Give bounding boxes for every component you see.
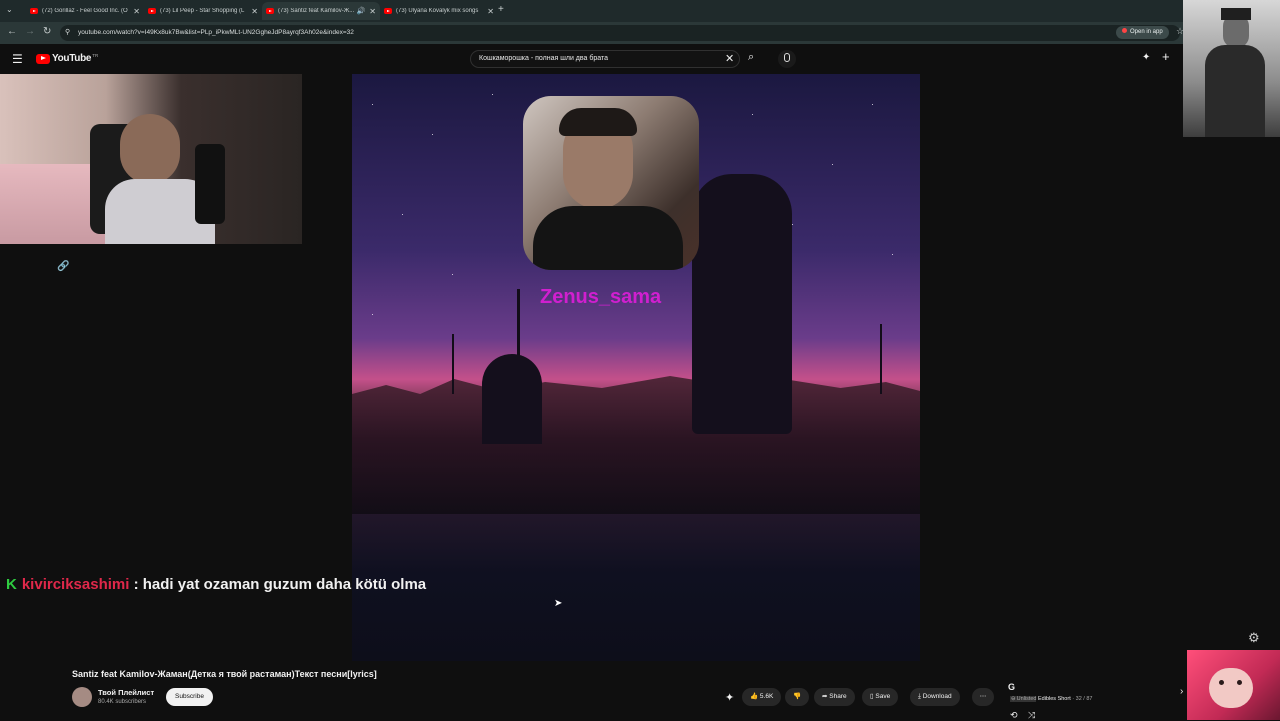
browser-tab[interactable]: (73) Lil Peep - Star Shopping (L ✕ <box>144 2 262 20</box>
microphone-icon <box>784 53 790 62</box>
more-icon: ⋯ <box>979 693 987 700</box>
browser-tab[interactable]: (73) Ulyana Kovalyk mix songs ✕ <box>380 2 498 20</box>
tab-title: (73) Ulyana Kovalyk mix songs <box>396 8 479 14</box>
app-icon <box>1122 28 1127 33</box>
clear-search-icon[interactable]: ✕ <box>725 52 734 65</box>
loop-icon[interactable]: ⟲ <box>1010 710 1018 721</box>
tv-antenna <box>452 334 454 394</box>
inset-portrait <box>523 96 699 270</box>
webcam-overlay <box>0 74 302 244</box>
video-title: Santiz feat Kamilov-Жаман(Детка я твой р… <box>72 669 377 679</box>
create-plus-button[interactable]: + <box>1162 49 1170 64</box>
like-count: 5.6K <box>759 693 774 700</box>
new-tab-icon[interactable]: + <box>498 4 504 15</box>
playlist-title: G <box>1008 682 1016 692</box>
youtube-favicon-icon <box>30 8 38 14</box>
thumbs-up-icon: 👍 <box>750 693 759 700</box>
share-button[interactable]: ➦ Share <box>814 688 855 706</box>
menu-icon[interactable]: ☰ <box>12 52 23 66</box>
close-tab-icon[interactable]: ✕ <box>251 7 258 16</box>
search-icon[interactable]: ⌕ <box>748 51 754 64</box>
search-input[interactable]: Кошкаморошка - полная шли два брата <box>470 50 740 68</box>
share-icon: ➦ <box>822 693 828 700</box>
create-icon[interactable]: ✦ <box>1142 52 1150 63</box>
tv-antenna <box>880 324 882 394</box>
chat-separator: : <box>133 576 139 593</box>
youtube-favicon-icon <box>266 8 274 14</box>
cat-overlay <box>1187 650 1280 720</box>
thumbs-down-icon: 👎 <box>793 693 802 700</box>
youtube-play-icon <box>36 53 50 64</box>
meta-separator: · <box>1072 696 1075 702</box>
video-player[interactable]: Zenus_sama <box>352 74 920 661</box>
share-label: Share <box>829 693 847 700</box>
playlist-position: 32 / 87 <box>1075 696 1093 702</box>
youtube-favicon-icon <box>384 8 392 14</box>
playlist-owner: Edibles Short <box>1038 696 1071 702</box>
playlist-status: Unlisted <box>1016 696 1037 702</box>
save-button[interactable]: ▯ Save <box>862 688 899 706</box>
browser-tab-strip: ⌄ (72) Gorillaz - Feel Good Inc. (O ✕ (7… <box>0 0 1280 22</box>
search-value: Кошкаморошка - полная шли два брата <box>479 55 609 62</box>
browser-tab[interactable]: (72) Gorillaz - Feel Good Inc. (O ✕ <box>26 2 144 20</box>
sparkle-icon[interactable]: ✦ <box>725 691 734 704</box>
subscribe-button[interactable]: Subscribe <box>166 688 213 706</box>
chat-message: Kkivirciksashimi : hadi yat ozaman guzum… <box>6 576 426 593</box>
mouse-cursor-icon: ➤ <box>554 598 563 609</box>
link-icon: 🔗 <box>57 261 70 272</box>
more-actions-button[interactable]: ⋯ <box>972 688 994 706</box>
close-tab-icon[interactable]: ✕ <box>369 7 376 16</box>
reload-icon[interactable]: ↻ <box>43 26 51 37</box>
channel-avatar[interactable] <box>72 687 92 707</box>
download-button[interactable]: ⤓ Download <box>910 688 960 706</box>
chat-badge-icon: K <box>6 576 17 593</box>
forward-icon[interactable]: → <box>25 26 35 37</box>
close-tab-icon[interactable]: ✕ <box>133 7 140 16</box>
youtube-favicon-icon <box>148 8 156 14</box>
playlist-panel[interactable]: G ⊖Unlisted Edibles Short · 32 / 87 ⟲ ⤨ … <box>1002 676 1188 720</box>
settings-gear-icon[interactable]: ⚙ <box>1248 630 1260 646</box>
tab-title: (73) Santiz feat Kamilov-Ж... <box>278 8 355 14</box>
tab-title: (73) Lil Peep - Star Shopping (L <box>160 8 245 14</box>
region-code: TR <box>92 53 99 58</box>
open-in-app-label: Open in app <box>1130 29 1163 35</box>
chat-username: kivirciksashimi <box>21 576 130 593</box>
like-button[interactable]: 👍 5.6K <box>742 688 782 706</box>
bookmark-icon: ▯ <box>870 693 874 700</box>
subscriber-count: 80.4K subscribers <box>98 699 147 705</box>
shuffle-icon[interactable]: ⤨ <box>1028 710 1035 721</box>
youtube-wordmark: YouTube <box>52 53 92 64</box>
top-right-photo <box>1183 0 1280 137</box>
expand-playlist-icon[interactable]: › <box>1180 686 1183 697</box>
dislike-button[interactable]: 👎 <box>785 688 810 706</box>
audio-playing-icon[interactable]: 🔊 <box>357 7 366 15</box>
address-bar-row: ← → ↻ ⚲ youtube.com/watch?v=I49Kx8uk7Bw&… <box>0 22 1280 44</box>
youtube-logo[interactable]: YouTube TR <box>36 53 98 64</box>
open-in-app-button[interactable]: Open in app <box>1116 26 1169 39</box>
tab-title: (72) Gorillaz - Feel Good Inc. (O <box>42 8 128 14</box>
playlist-meta: ⊖Unlisted Edibles Short · 32 / 87 <box>1010 696 1092 702</box>
video-watermark: Zenus_sama <box>540 286 662 308</box>
site-info-icon[interactable]: ⚲ <box>65 25 70 41</box>
unlisted-icon: ⊖ <box>1010 696 1017 702</box>
tab-list-menu-icon[interactable]: ⌄ <box>6 5 13 14</box>
channel-name[interactable]: Твой Плейлист <box>98 688 154 697</box>
silhouette-person <box>692 174 792 434</box>
chat-text: hadi yat ozaman guzum daha kötü olma <box>142 576 427 593</box>
back-icon[interactable]: ← <box>7 26 17 37</box>
url-field[interactable]: ⚲ youtube.com/watch?v=I49Kx8uk7Bw&list=P… <box>60 25 1180 41</box>
save-label: Save <box>875 693 891 700</box>
silhouette-person <box>482 354 542 444</box>
download-label: Download <box>922 693 952 700</box>
city-skyline <box>352 376 920 514</box>
download-icon: ⤓ <box>918 693 921 700</box>
close-tab-icon[interactable]: ✕ <box>487 7 494 16</box>
url-text: youtube.com/watch?v=I49Kx8uk7Bw&list=PLp… <box>78 29 354 36</box>
voice-search-button[interactable] <box>778 50 796 68</box>
browser-tab-active[interactable]: (73) Santiz feat Kamilov-Ж... 🔊 ✕ <box>262 2 380 20</box>
